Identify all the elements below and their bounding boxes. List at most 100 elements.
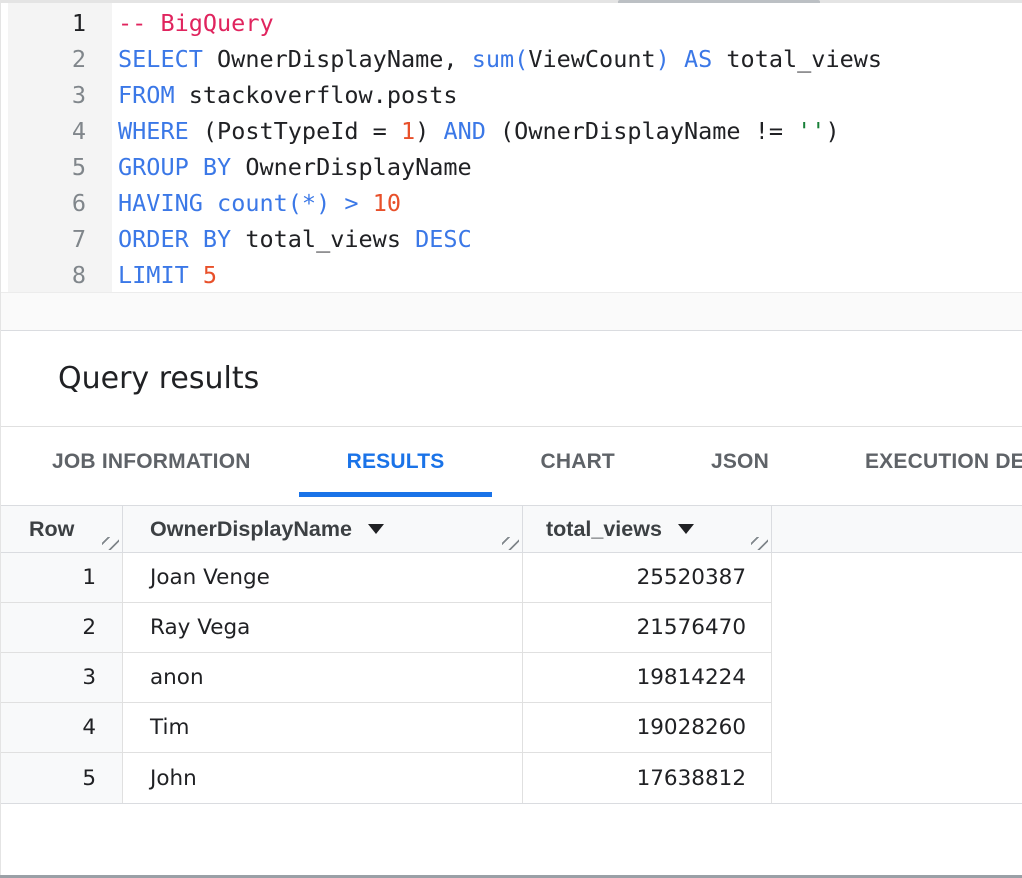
line-number: 8: [8, 257, 112, 293]
header-filler: [772, 506, 1022, 552]
active-tab-underline: [299, 492, 493, 497]
column-resize-handle[interactable]: [502, 537, 519, 550]
row-number-cell: 5: [0, 753, 123, 803]
table-body: 1Joan Venge255203872Ray Vega215764703ano…: [0, 553, 1022, 803]
code-token-kw: count(*): [217, 189, 330, 217]
query-results-title: Query results: [58, 331, 259, 426]
query-results-panel-header: Query results: [0, 331, 1022, 427]
code-token-kw: WHERE: [118, 117, 189, 145]
results-table: Row OwnerDisplayName total_views 1Joan Ven…: [0, 505, 1022, 804]
code-line: HAVING count(*) > 10: [118, 185, 1022, 221]
tab-json[interactable]: JSON: [663, 427, 817, 497]
caret-down-icon[interactable]: [678, 524, 694, 534]
table-header: Row OwnerDisplayName total_views: [0, 505, 1022, 553]
code-line: SELECT OwnerDisplayName, sum(ViewCount) …: [118, 41, 1022, 77]
code-token-kw: FROM: [118, 81, 175, 109]
tab-chart[interactable]: CHART: [492, 427, 663, 497]
code-token-kw: GROUP BY: [118, 153, 231, 181]
code-token-pln: ): [415, 117, 443, 145]
owner-name-cell: Tim: [123, 703, 523, 753]
row-number-cell: 3: [0, 653, 123, 703]
code-token-pln: (OwnerDisplayName !=: [486, 117, 797, 145]
code-token-pln: OwnerDisplayName: [231, 153, 472, 181]
total-views-cell: 19814224: [523, 653, 772, 703]
tab-job-information[interactable]: JOB INFORMATION: [4, 427, 299, 497]
row-number-cell: 4: [0, 703, 123, 753]
code-token-pln: [670, 45, 684, 73]
code-token-kw: >: [344, 189, 358, 217]
column-header-total-views: total_views: [523, 506, 772, 552]
code-token-pln: [189, 261, 203, 289]
results-tabbar: JOB INFORMATIONRESULTSCHARTJSONEXECUTION…: [0, 427, 1022, 505]
code-token-pln: ViewCount: [528, 45, 655, 73]
editor-results-gap: [0, 293, 1022, 331]
tab-results[interactable]: RESULTS: [299, 427, 493, 497]
line-number: 1: [8, 5, 112, 41]
code-line: FROM stackoverflow.posts: [118, 77, 1022, 113]
code-token-num: 5: [203, 261, 217, 289]
table-row: 4Tim19028260: [0, 703, 1022, 753]
table-row: 1Joan Venge25520387: [0, 553, 1022, 603]
code-token-pln: ): [825, 117, 839, 145]
code-token-str: '': [797, 117, 825, 145]
total-views-cell: 17638812: [523, 753, 772, 803]
row-filler-cell: [772, 703, 1022, 753]
code-area[interactable]: -- BigQuerySELECT OwnerDisplayName, sum(…: [118, 3, 1022, 294]
line-number: 4: [8, 113, 112, 149]
code-token-pln: total_views: [712, 45, 882, 73]
code-token-kw: LIMIT: [118, 261, 189, 289]
code-token-pln: total_views: [231, 225, 415, 253]
total-views-cell: 21576470: [523, 603, 772, 653]
code-line: LIMIT 5: [118, 257, 1022, 293]
row-filler-cell: [772, 603, 1022, 653]
line-number: 2: [8, 41, 112, 77]
line-number: 5: [8, 149, 112, 185]
line-number: 7: [8, 221, 112, 257]
code-token-kw: ORDER BY: [118, 225, 231, 253]
table-bottom-border: [0, 803, 1022, 804]
code-token-pln: [203, 189, 217, 217]
total-views-cell: 25520387: [523, 553, 772, 603]
column-header-ownerdisplayname: OwnerDisplayName: [123, 506, 523, 552]
code-token-kw: sum(: [472, 45, 529, 73]
code-line: -- BigQuery: [118, 5, 1022, 41]
column-label: Row: [29, 517, 74, 542]
window-left-edge: [0, 0, 1, 878]
code-token-kw: AND: [443, 117, 485, 145]
column-resize-handle[interactable]: [102, 537, 119, 550]
caret-down-icon[interactable]: [368, 524, 384, 534]
column-label: total_views: [546, 517, 662, 542]
row-number-cell: 2: [0, 603, 123, 653]
tab-execution-details[interactable]: EXECUTION DETAILS: [817, 427, 1022, 497]
column-resize-handle[interactable]: [751, 537, 768, 550]
code-token-pln: OwnerDisplayName,: [203, 45, 472, 73]
total-views-cell: 19028260: [523, 703, 772, 753]
table-row: 3anon19814224: [0, 653, 1022, 703]
row-filler-cell: [772, 553, 1022, 603]
code-token-pln: [330, 189, 344, 217]
row-filler-cell: [772, 753, 1022, 803]
row-filler-cell: [772, 653, 1022, 703]
column-label: OwnerDisplayName: [150, 517, 352, 542]
row-number-cell: 1: [0, 553, 123, 603]
column-header-row: Row: [0, 506, 123, 552]
tabs-row: JOB INFORMATIONRESULTSCHARTJSONEXECUTION…: [4, 427, 1022, 497]
code-token-kw: AS: [684, 45, 712, 73]
code-token-pln: stackoverflow.posts: [175, 81, 458, 109]
sql-editor[interactable]: 12345678 -- BigQuerySELECT OwnerDisplayN…: [0, 3, 1022, 293]
code-token-pln: (PostTypeId =: [189, 117, 401, 145]
table-row: 5John17638812: [0, 753, 1022, 803]
code-line: GROUP BY OwnerDisplayName: [118, 149, 1022, 185]
code-token-num: 10: [373, 189, 401, 217]
code-line: WHERE (PostTypeId = 1) AND (OwnerDisplay…: [118, 113, 1022, 149]
code-token-kw: SELECT: [118, 45, 203, 73]
code-token-kw: HAVING: [118, 189, 203, 217]
code-token-kw: ): [656, 45, 670, 73]
code-line: ORDER BY total_views DESC: [118, 221, 1022, 257]
code-token-pln: [359, 189, 373, 217]
table-row: 2Ray Vega21576470: [0, 603, 1022, 653]
owner-name-cell: Ray Vega: [123, 603, 523, 653]
line-number: 6: [8, 185, 112, 221]
code-token-num: 1: [401, 117, 415, 145]
code-token-kw: DESC: [415, 225, 472, 253]
